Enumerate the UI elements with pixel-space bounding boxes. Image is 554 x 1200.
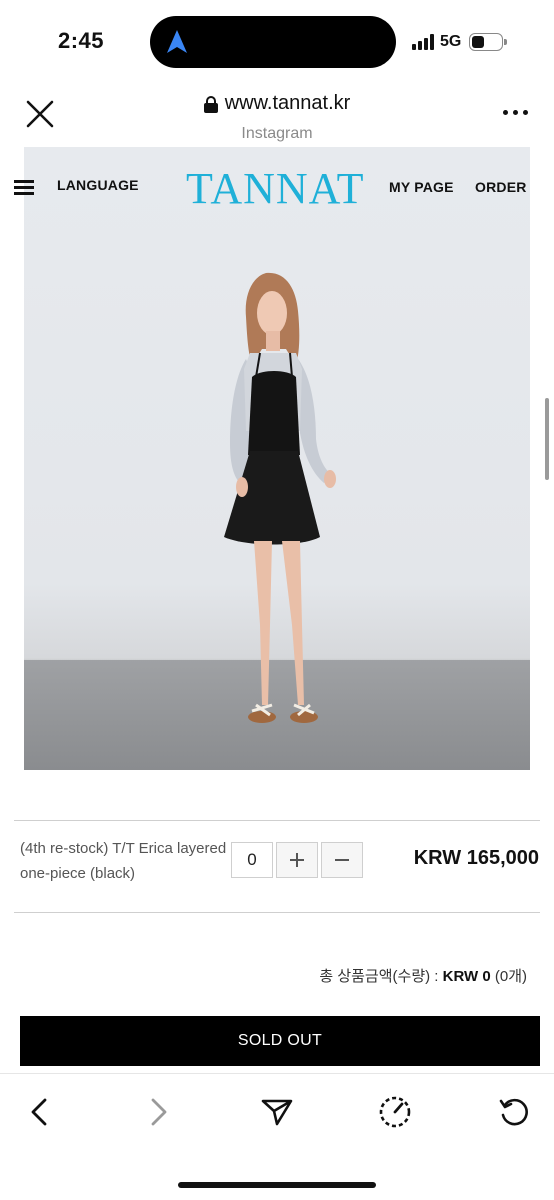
order-link[interactable]: ORDER — [475, 179, 527, 195]
home-indicator[interactable] — [178, 1182, 376, 1188]
back-arrow-icon — [31, 1098, 47, 1126]
language-link[interactable]: LANGUAGE — [57, 177, 139, 193]
network-type: 5G — [440, 33, 462, 50]
url-source: Instagram — [241, 124, 313, 142]
quantity-decrease-button[interactable] — [321, 842, 363, 878]
url-area[interactable]: www.tannat.kr Instagram — [0, 92, 554, 143]
scroll-indicator[interactable] — [545, 398, 549, 480]
speed-button[interactable] — [373, 1090, 417, 1134]
my-page-link[interactable]: MY PAGE — [389, 179, 454, 195]
quantity-input[interactable]: 0 — [231, 842, 273, 878]
url-text: www.tannat.kr — [224, 92, 351, 114]
lock-icon — [203, 95, 218, 113]
total-count: (0개) — [494, 968, 527, 985]
forward-arrow-icon — [151, 1098, 167, 1126]
minus-icon — [335, 859, 349, 861]
speed-gauge-icon — [379, 1096, 411, 1128]
divider-bottom — [14, 912, 540, 913]
divider-top — [14, 820, 540, 821]
status-indicators: 5G — [412, 31, 508, 53]
total-summary: 총 상품금액(수량) : KRW 0 (0개) — [319, 965, 527, 986]
hamburger-menu-icon[interactable] — [14, 180, 34, 196]
dynamic-island — [150, 16, 396, 68]
reload-button[interactable] — [492, 1090, 536, 1134]
share-button[interactable] — [255, 1090, 299, 1134]
total-amount: KRW 0 — [442, 968, 491, 985]
share-icon — [261, 1099, 293, 1126]
plus-icon — [290, 853, 304, 867]
battery-icon — [469, 33, 508, 51]
status-time: 2:45 — [58, 28, 105, 53]
back-button[interactable] — [18, 1090, 62, 1134]
signal-bars-icon — [412, 34, 434, 50]
sold-out-button[interactable]: SOLD OUT — [20, 1016, 540, 1066]
product-name: (4th re-stock) T/T Erica layered one-pie… — [20, 840, 227, 882]
forward-button[interactable] — [136, 1090, 180, 1134]
total-label: 총 상품금액(수량) : — [319, 968, 443, 985]
product-price: KRW 165,000 — [413, 847, 539, 869]
quantity-increase-button[interactable] — [276, 842, 318, 878]
brand-logo[interactable]: TANNAT — [186, 163, 364, 214]
location-arrow-icon — [167, 30, 187, 53]
product-image — [24, 147, 530, 770]
status-bar: 2:45 5G — [0, 0, 554, 84]
browser-header: www.tannat.kr Instagram — [0, 84, 554, 146]
more-dots-icon[interactable] — [503, 110, 528, 115]
reload-icon — [499, 1098, 528, 1126]
model-figure — [224, 272, 336, 723]
